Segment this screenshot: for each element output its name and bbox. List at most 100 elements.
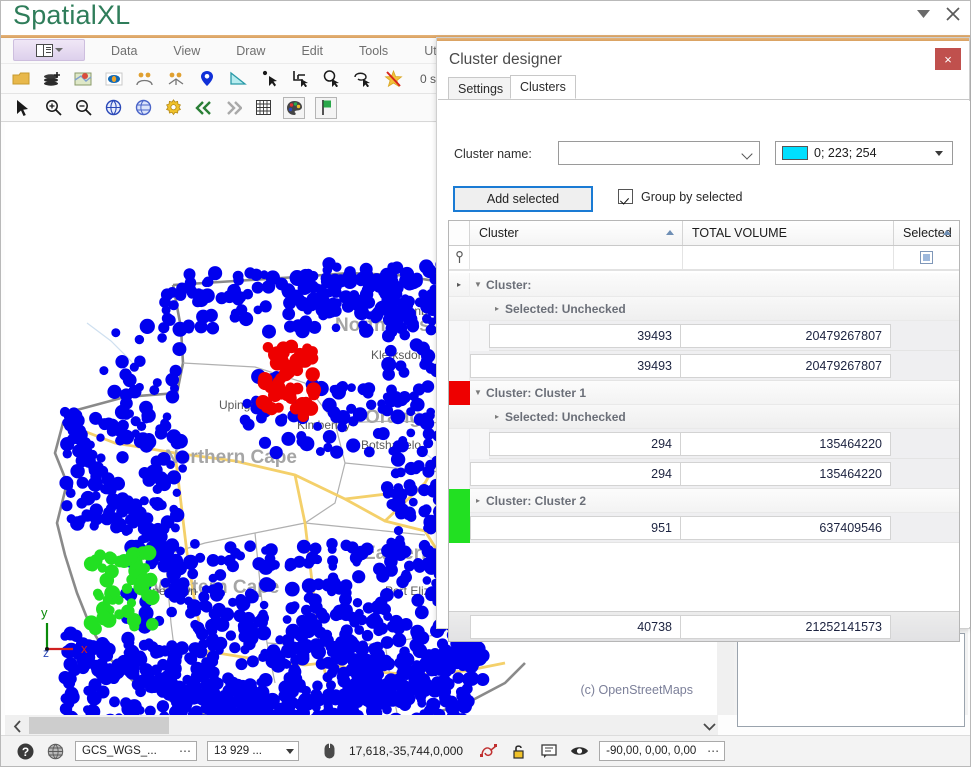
globe-wire-icon[interactable]	[45, 741, 65, 761]
bing-maps-icon[interactable]	[104, 69, 124, 89]
settings-gear-icon[interactable]	[163, 98, 183, 118]
column-header-cluster[interactable]: Cluster	[470, 221, 683, 245]
rotation-value: -90,00, 0,00, 0,00	[606, 745, 697, 757]
cell-total-volume[interactable]: 637409546	[680, 515, 891, 540]
grid-group-row[interactable]: ▸ Selected: Unchecked	[449, 405, 959, 429]
pointer-icon[interactable]	[13, 98, 33, 118]
cell-total-volume[interactable]: 20479267807	[680, 353, 891, 378]
tab-clusters[interactable]: Clusters	[510, 75, 576, 99]
chevron-down-icon[interactable]	[701, 715, 718, 737]
collapse-triangle-icon[interactable]: ▼	[470, 280, 486, 289]
document-panel-icon[interactable]	[13, 39, 85, 61]
grid-data-row[interactable]: 39493 20479267807	[449, 320, 959, 351]
add-selected-button[interactable]: Add selected	[453, 186, 593, 212]
crop-select-icon[interactable]	[290, 69, 310, 89]
menu-item-data[interactable]: Data	[93, 38, 155, 64]
filter-checkbox-icon[interactable]	[920, 251, 933, 264]
expand-triangle-icon[interactable]: ▸	[470, 496, 486, 505]
collapse-triangle-icon[interactable]: ▼	[470, 388, 486, 397]
grid-subtotal-row[interactable]: 951 637409546	[449, 512, 959, 543]
globe-alt-icon[interactable]	[133, 98, 153, 118]
grid-subtotal-row[interactable]: 294 135464220	[449, 458, 959, 489]
map-layers-icon[interactable]	[73, 69, 93, 89]
svg-text:z: z	[43, 646, 49, 657]
add-layer-icon[interactable]	[42, 69, 62, 89]
select-group-icon[interactable]	[166, 69, 186, 89]
visibility-icon[interactable]	[569, 741, 589, 761]
grid-group-row[interactable]: ▸ Selected: Unchecked	[449, 297, 959, 321]
cell-total-volume[interactable]: 135464220	[680, 431, 891, 456]
menu-item-edit[interactable]: Edit	[283, 38, 341, 64]
menu-item-draw[interactable]: Draw	[218, 38, 283, 64]
grid-data-row[interactable]: 294 135464220	[449, 428, 959, 459]
chevron-down-icon[interactable]	[743, 149, 752, 158]
map-horizontal-scrollbar[interactable]	[5, 715, 717, 737]
note-icon[interactable]	[539, 741, 559, 761]
chevron-down-icon[interactable]	[286, 748, 294, 754]
filter-input-total-volume[interactable]	[683, 246, 894, 269]
zoom-in-icon[interactable]	[43, 98, 63, 118]
menu-item-view[interactable]: View	[155, 38, 218, 64]
circle-select-icon[interactable]	[321, 69, 341, 89]
dock-content-area[interactable]	[737, 633, 965, 727]
grid-body[interactable]: ▸ ▼ Cluster: ▸ Selected: Unchecked 39493 20479…	[449, 273, 959, 641]
tab-settings[interactable]: Settings	[448, 77, 514, 99]
hscroll-track[interactable]	[29, 715, 693, 737]
add-selected-row: Add selected Group by selected	[438, 186, 970, 214]
grid-group-row[interactable]: ▼ Cluster: Cluster 1	[449, 380, 959, 405]
expand-triangle-icon[interactable]: ▸	[489, 412, 505, 421]
window-buttons	[914, 5, 962, 23]
unlock-icon[interactable]	[509, 741, 529, 761]
next-double-icon[interactable]	[223, 98, 243, 118]
grid-group-row[interactable]: ▸ Cluster: Cluster 2	[449, 488, 959, 513]
select-pair-icon[interactable]	[135, 69, 155, 89]
column-header-total-volume[interactable]: TOTAL VOLUME	[683, 221, 894, 245]
grid-group-row[interactable]: ▸ ▼ Cluster:	[449, 273, 959, 297]
cell-cluster[interactable]: 39493	[489, 323, 681, 348]
checkbox-box[interactable]	[618, 189, 633, 204]
pin-icon[interactable]	[449, 246, 470, 269]
caret-down-icon[interactable]	[914, 5, 932, 23]
palette-icon[interactable]	[283, 96, 305, 119]
close-icon[interactable]	[944, 5, 962, 23]
filter-selected-cell[interactable]	[894, 246, 959, 269]
cell-cluster[interactable]: 294	[470, 461, 681, 486]
grid-header-row: Cluster TOTAL VOLUME Selected	[449, 221, 959, 246]
globe-icon[interactable]	[103, 98, 123, 118]
measure-triangle-icon[interactable]	[228, 69, 248, 89]
cell-cluster[interactable]: 951	[470, 515, 681, 540]
pick-point-icon[interactable]	[259, 69, 279, 89]
chevron-left-icon[interactable]	[5, 715, 29, 737]
open-folder-icon[interactable]	[11, 69, 31, 89]
column-header-selected[interactable]: Selected	[894, 221, 959, 245]
map-pin-icon[interactable]	[197, 69, 217, 89]
cluster-color-picker[interactable]: 0; 223; 254	[775, 141, 953, 165]
cell-cluster[interactable]: 294	[489, 431, 681, 456]
cell-cluster[interactable]: 39493	[470, 353, 681, 378]
scale-field[interactable]: 13 929 ...	[207, 741, 299, 761]
help-circle-icon[interactable]: ?	[15, 741, 35, 761]
grid-subtotal-row[interactable]: 39493 20479267807	[449, 350, 959, 381]
zoom-out-icon[interactable]	[73, 98, 93, 118]
grid-icon[interactable]	[253, 98, 273, 118]
clusters-grid[interactable]: Cluster TOTAL VOLUME Selected ▸ ▼ Cluste…	[448, 220, 960, 642]
clear-selection-icon[interactable]	[383, 69, 403, 89]
rotation-more-icon[interactable]: ⋯	[707, 744, 720, 758]
crs-field[interactable]: GCS_WGS_... ⋯	[75, 741, 197, 761]
crs-more-icon[interactable]: ⋯	[179, 744, 192, 758]
expand-triangle-icon[interactable]: ▸	[489, 304, 505, 313]
group-by-selected-checkbox[interactable]: Group by selected	[618, 189, 742, 204]
cluster-name-input[interactable]	[558, 141, 760, 165]
cell-total-volume[interactable]: 135464220	[680, 461, 891, 486]
polyline-icon[interactable]	[479, 741, 499, 761]
previous-double-icon[interactable]	[193, 98, 213, 118]
flag-icon[interactable]	[315, 96, 337, 119]
menu-item-tools[interactable]: Tools	[341, 38, 406, 64]
chevron-down-icon[interactable]	[935, 151, 943, 156]
cell-total-volume[interactable]: 20479267807	[680, 323, 891, 348]
filter-input-cluster[interactable]	[470, 246, 683, 269]
close-icon[interactable]: ×	[935, 48, 961, 70]
lasso-select-icon[interactable]	[352, 69, 372, 89]
hscroll-thumb[interactable]	[29, 717, 169, 734]
rotation-field[interactable]: -90,00, 0,00, 0,00 ⋯	[599, 741, 726, 761]
